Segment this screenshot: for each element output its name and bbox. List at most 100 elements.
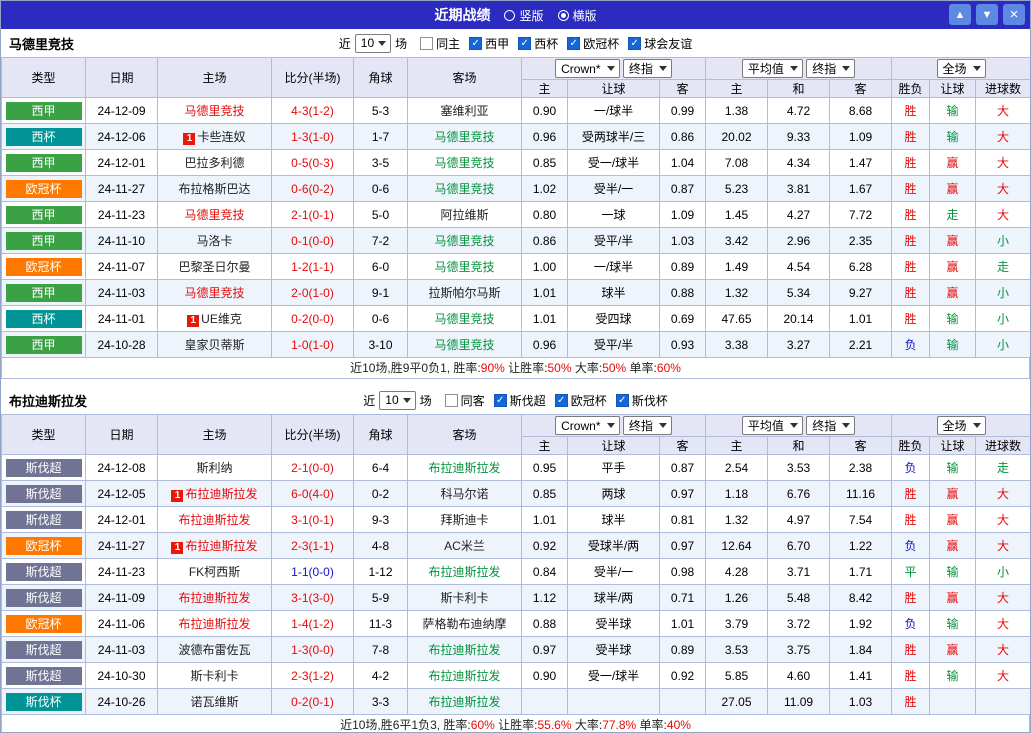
odds-company-select[interactable]: Crown* (555, 59, 619, 78)
home-team: 波德布雷佐瓦 (178, 643, 250, 657)
league-badge: 西甲 (6, 232, 82, 250)
asia-home-odds: 0.85 (522, 150, 568, 176)
checkbox-checked-icon[interactable]: ✓ (555, 394, 568, 407)
match-date: 24-11-01 (86, 306, 158, 332)
full-match-select[interactable]: 全场 (937, 416, 986, 435)
goals-result-cell (976, 689, 1031, 715)
euro-draw-odds: 4.97 (768, 507, 830, 533)
handicap-result-cell: 赢 (930, 585, 976, 611)
league-badge: 西甲 (6, 154, 82, 172)
asia-final-odds-select[interactable]: 终指 (623, 416, 672, 435)
filter-checkbox[interactable]: ✓斯伐杯 (616, 392, 668, 409)
checkbox-unchecked-icon[interactable] (420, 37, 433, 50)
recent-results-window: 近期战绩 竖版 横版 ▲ ▼ × 马德里竞技 近 10 (0, 0, 1031, 733)
asia-handicap: 受一/球半 (568, 663, 660, 689)
asia-away-odds: 0.86 (660, 124, 706, 150)
asia-away-odds (660, 689, 706, 715)
checkbox-checked-icon[interactable]: ✓ (494, 394, 507, 407)
titlebar: 近期战绩 竖版 横版 ▲ ▼ × (1, 1, 1030, 29)
asia-odds-dropdowns: Crown* 终指 (522, 58, 706, 80)
asia-home-odds: 1.02 (522, 176, 568, 202)
move-up-button[interactable]: ▲ (949, 4, 971, 25)
filter-checkbox[interactable]: 同客 (445, 392, 485, 409)
euro-average-select[interactable]: 平均值 (742, 416, 803, 435)
away-team: 马德里竞技 (434, 260, 494, 274)
col-header-euro-away: 客 (830, 437, 892, 455)
layout-radio-vertical[interactable]: 竖版 (504, 7, 543, 24)
match-score: 0-1(0-0) (272, 228, 354, 254)
euro-draw-odds: 5.48 (768, 585, 830, 611)
handicap-result-cell: 赢 (930, 280, 976, 306)
section-header: 布拉迪斯拉发 近 10 场 同客✓斯伐超✓欧冠杯✓斯伐杯 (1, 386, 1030, 414)
league-cell: 西甲 (2, 150, 86, 176)
result-cell: 胜 (892, 637, 930, 663)
corner-score: 4-8 (354, 533, 408, 559)
full-match-select[interactable]: 全场 (937, 59, 986, 78)
euro-final-odds-select[interactable]: 终指 (806, 416, 855, 435)
checkbox-checked-icon[interactable]: ✓ (469, 37, 482, 50)
home-team-cell: 布拉格斯巴达 (158, 176, 272, 202)
match-count-select[interactable]: 10 (379, 391, 415, 410)
asia-away-odds: 0.93 (660, 332, 706, 358)
filter-checkbox[interactable]: ✓欧冠杯 (567, 35, 619, 52)
asia-home-odds: 0.96 (522, 124, 568, 150)
league-badge: 西甲 (6, 336, 82, 354)
match-row: 欧冠杯 24-11-06 布拉迪斯拉发 1-4(1-2) 11-3 萨格勒布迪纳… (2, 611, 1031, 637)
odds-company-select[interactable]: Crown* (555, 416, 619, 435)
euro-average-select[interactable]: 平均值 (742, 59, 803, 78)
checkbox-checked-icon[interactable]: ✓ (567, 37, 580, 50)
filter-checkbox[interactable]: ✓球会友谊 (628, 35, 692, 52)
summary-segment: 50% (602, 361, 626, 375)
col-header-home: 主场 (158, 58, 272, 98)
checkbox-checked-icon[interactable]: ✓ (518, 37, 531, 50)
col-header-corner: 角球 (354, 415, 408, 455)
league-cell: 欧冠杯 (2, 611, 86, 637)
euro-final-odds-select[interactable]: 终指 (806, 59, 855, 78)
asia-home-odds: 1.01 (522, 507, 568, 533)
handicap-result-cell: 赢 (930, 637, 976, 663)
summary-segment: 让胜率: (495, 718, 538, 732)
asia-handicap: 受半/一 (568, 559, 660, 585)
filter-checkbox[interactable]: ✓欧冠杯 (555, 392, 607, 409)
summary-line: 近10场,胜6平1负3, 胜率:60% 让胜率:55.6% 大率:77.8% 单… (1, 715, 1030, 733)
asia-away-odds: 0.99 (660, 98, 706, 124)
result-cell: 胜 (892, 689, 930, 715)
filter-checkbox[interactable]: 同主 (420, 35, 460, 52)
euro-away-odds: 11.16 (830, 481, 892, 507)
checkbox-unchecked-icon[interactable] (445, 394, 458, 407)
league-cell: 斯伐超 (2, 507, 86, 533)
checkbox-label: 斯伐杯 (632, 392, 668, 409)
checkbox-checked-icon[interactable]: ✓ (616, 394, 629, 407)
euro-home-odds: 5.85 (706, 663, 768, 689)
euro-draw-odds: 3.72 (768, 611, 830, 637)
filter-checkbox[interactable]: ✓斯伐超 (494, 392, 546, 409)
result-cell: 胜 (892, 98, 930, 124)
home-team: 斯利纳 (196, 461, 232, 475)
filter-checkbox[interactable]: ✓西甲 (469, 35, 509, 52)
match-date: 24-11-27 (86, 176, 158, 202)
checkbox-checked-icon[interactable]: ✓ (628, 37, 641, 50)
scope-dropdown-cell: 全场 (892, 58, 1031, 80)
asia-away-odds: 0.87 (660, 455, 706, 481)
asia-final-odds-select[interactable]: 终指 (623, 59, 672, 78)
away-team: 阿拉维斯 (440, 208, 488, 222)
results-body: 斯伐超 24-12-08 斯利纳 2-1(0-0) 6-4 布拉迪斯拉发 0.9… (2, 455, 1031, 715)
goals-result-cell: 大 (976, 124, 1031, 150)
move-down-button[interactable]: ▼ (976, 4, 998, 25)
layout-radio-horizontal[interactable]: 横版 (558, 7, 597, 24)
col-header-goals: 进球数 (976, 437, 1031, 455)
match-date: 24-11-07 (86, 254, 158, 280)
close-button[interactable]: × (1003, 4, 1025, 25)
goals-result-cell: 大 (976, 481, 1031, 507)
euro-away-odds: 8.42 (830, 585, 892, 611)
asia-away-odds: 0.89 (660, 637, 706, 663)
match-count-select[interactable]: 10 (355, 34, 391, 53)
filter-checkbox[interactable]: ✓西杯 (518, 35, 558, 52)
euro-odds-dropdowns: 平均值 终指 (706, 415, 892, 437)
home-team: 布拉迪斯拉发 (178, 617, 250, 631)
col-header-draw: 和 (768, 80, 830, 98)
euro-draw-odds: 3.53 (768, 455, 830, 481)
summary-segment: 近10场,胜9平0负1, 胜率: (350, 361, 481, 375)
euro-average-value: 平均值 (748, 417, 784, 434)
result-cell: 胜 (892, 507, 930, 533)
